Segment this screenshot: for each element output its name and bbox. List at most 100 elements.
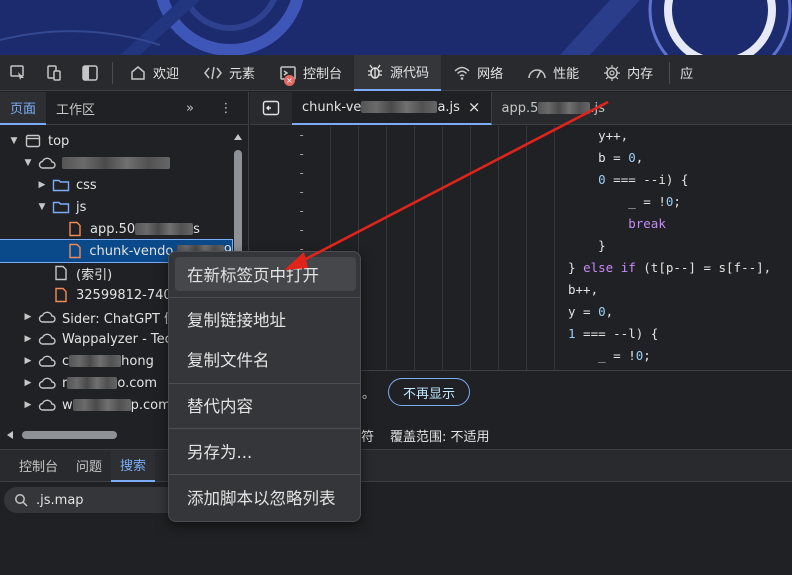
tab-console[interactable]: × 控制台 — [267, 55, 354, 91]
tree-label: chunk-vendo — [89, 243, 174, 259]
menu-item-save-as[interactable]: 另存为... — [175, 434, 356, 468]
code-token: } — [598, 238, 606, 253]
tab-filename-suffix: .js — [590, 100, 605, 116]
file-icon — [52, 264, 70, 282]
editor-tab-app[interactable]: app.5 .js — [492, 92, 615, 125]
tab-application[interactable]: 应 — [674, 55, 705, 91]
collapse-arrow-icon[interactable]: ▶ — [36, 174, 48, 196]
indent-guide — [498, 126, 499, 370]
cloud-icon — [38, 352, 56, 370]
code-line: _ = !0; — [568, 191, 681, 213]
code-token: _ = ! — [598, 348, 636, 363]
code-line: 1 === --l) { — [568, 323, 658, 345]
indent-guide — [414, 126, 415, 370]
search-icon — [15, 494, 28, 507]
file-icon — [52, 286, 70, 304]
code-token: === --i) { — [605, 172, 689, 187]
tab-workspace[interactable]: 工作区 — [46, 92, 105, 125]
tree-label: p.com — [130, 397, 171, 413]
drawer-tab-issues[interactable]: 问题 — [67, 450, 111, 482]
redacted-text — [361, 101, 438, 113]
tree-label: hong — [121, 353, 154, 369]
expand-arrow-icon[interactable]: ▼ — [8, 130, 20, 152]
devtools-toolbar: 欢迎 元素 × 控制台 源代码 网络 性能 内存 应 — [0, 54, 792, 91]
toolbar-divider — [669, 61, 671, 84]
tree-item-js[interactable]: ▼ js — [0, 196, 232, 218]
bug-icon — [368, 64, 383, 79]
tab-memory[interactable]: 内存 — [591, 55, 665, 91]
code-token: } — [568, 260, 584, 275]
tree-item-css[interactable]: ▶ css — [0, 174, 232, 196]
drawer-tab-search[interactable]: 搜索 — [111, 449, 156, 482]
search-panel — [0, 483, 792, 519]
tab-sources[interactable]: 源代码 — [354, 54, 442, 91]
more-tabs-icon[interactable]: » — [176, 92, 204, 125]
menu-item-override-content[interactable]: 替代内容 — [175, 388, 356, 422]
redacted-text — [67, 377, 118, 389]
drawer-tabs: 控制台 问题 搜索 — [0, 449, 792, 482]
drawer-tab-console[interactable]: 控制台 — [10, 450, 67, 482]
device-toolbar-icon[interactable] — [36, 55, 72, 91]
code-line: b++, — [568, 279, 598, 301]
inspect-element-icon[interactable] — [0, 55, 36, 91]
dock-side-icon[interactable] — [72, 55, 108, 91]
code-line: break — [568, 213, 666, 235]
context-menu: 在新标签页中打开 复制链接地址 复制文件名 替代内容 另存为... 添加脚本以忽… — [168, 251, 361, 522]
collapse-arrow-icon[interactable]: ▶ — [22, 372, 34, 394]
close-tab-icon[interactable]: × — [468, 98, 481, 116]
collapse-arrow-icon[interactable]: ▶ — [22, 328, 34, 350]
collapse-arrow-icon[interactable]: ▶ — [22, 394, 34, 416]
code-line: y++, — [568, 126, 628, 147]
cloud-icon — [38, 308, 56, 326]
redacted-text — [135, 223, 194, 235]
menu-separator — [169, 474, 360, 475]
collapse-arrow-icon[interactable]: ▶ — [22, 350, 34, 372]
tab-welcome[interactable]: 欢迎 — [117, 55, 191, 91]
collapse-arrow-icon[interactable]: ▶ — [22, 306, 34, 328]
editor-tabs: chunk-ve a.js × app.5 .js — [250, 91, 792, 125]
menu-item-open-in-new-tab[interactable]: 在新标签页中打开 — [175, 257, 356, 291]
tab-performance[interactable]: 性能 — [515, 55, 591, 91]
tab-label: 欢迎 — [153, 67, 180, 82]
indent-guide — [386, 126, 387, 370]
tree-label: 32599812-740c — [76, 287, 179, 303]
code-token: ; — [643, 348, 651, 363]
tree-label: w — [62, 397, 73, 413]
code-token: 0 — [598, 304, 606, 319]
code-token: ; — [673, 194, 681, 209]
menu-separator — [169, 297, 360, 298]
indent-guide — [470, 126, 471, 370]
tab-elements[interactable]: 元素 — [191, 55, 267, 91]
tree-item-app-js[interactable]: app.50 s — [0, 218, 232, 240]
menu-item-copy-link-address[interactable]: 复制链接地址 — [175, 302, 356, 336]
toggle-navigator-icon[interactable] — [250, 92, 292, 125]
menu-item-add-to-ignore-list[interactable]: 添加脚本以忽略列表 — [175, 480, 356, 514]
code-token: y = — [568, 304, 599, 319]
cloud-icon — [38, 374, 56, 392]
tree-label: o.com — [117, 375, 157, 391]
menu-item-copy-file-name[interactable]: 复制文件名 — [175, 342, 356, 376]
tab-page[interactable]: 页面 — [0, 91, 47, 125]
scrollbar-thumb[interactable] — [22, 431, 117, 439]
tree-item-top[interactable]: ▼ top — [0, 130, 232, 152]
code-token: 0 — [598, 172, 606, 187]
navigator-tabs: 页面 工作区 » ⋮ — [0, 91, 248, 125]
code-token: y++, — [598, 128, 629, 143]
tree-item-domain[interactable]: ▼ — [0, 152, 232, 174]
code-line: b = 0, — [568, 147, 643, 169]
tree-label: Sider: ChatGPT 侧 — [62, 311, 178, 327]
indent-guide — [554, 126, 555, 370]
dont-show-again-button[interactable]: 不再显示 — [388, 378, 471, 406]
tab-network[interactable]: 网络 — [441, 55, 515, 91]
gutter-mark: - — [298, 128, 306, 142]
search-results-area — [0, 519, 792, 575]
tree-label: app.50 — [90, 221, 136, 237]
editor-tab-chunk-vendors[interactable]: chunk-ve a.js × — [292, 91, 492, 125]
expand-arrow-icon[interactable]: ▼ — [36, 196, 48, 218]
more-options-icon[interactable]: ⋮ — [212, 92, 240, 125]
indent-guide — [442, 126, 443, 370]
file-icon — [66, 242, 83, 260]
expand-arrow-icon[interactable]: ▼ — [22, 152, 34, 174]
wifi-icon — [454, 66, 470, 80]
menu-separator — [169, 428, 360, 429]
